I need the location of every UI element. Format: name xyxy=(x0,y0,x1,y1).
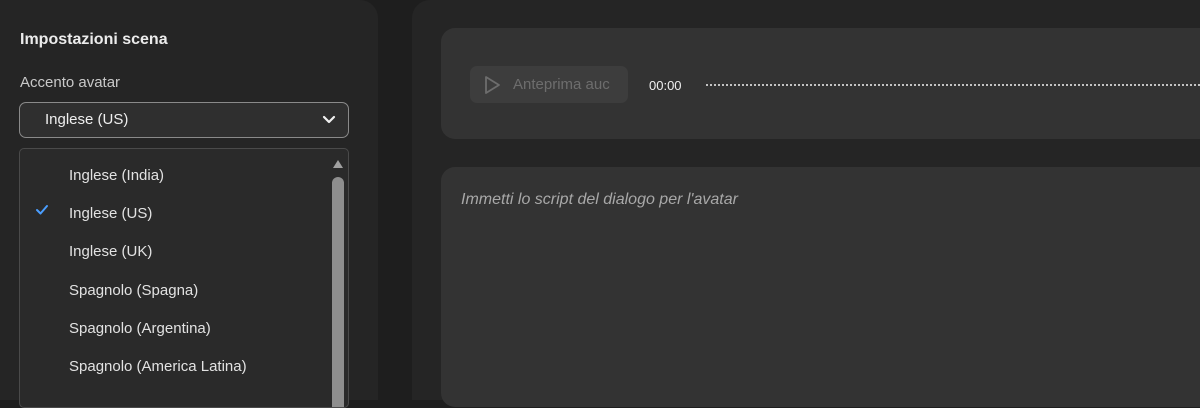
accent-dropdown-list: Inglese (India) Inglese (US) Inglese (UK… xyxy=(19,148,349,408)
main-editor-area: Anteprima auc 00:00 Immetti lo script de… xyxy=(412,0,1200,407)
panel-title: Impostazioni scena xyxy=(20,31,168,48)
accent-select[interactable]: Inglese (US) xyxy=(19,102,349,138)
checkmark-icon xyxy=(36,205,48,215)
scene-settings-panel: Impostazioni scena Accento avatar Ingles… xyxy=(0,0,378,408)
scroll-up-arrow-icon[interactable] xyxy=(332,159,344,169)
dropdown-option-label: Spagnolo (America Latina) xyxy=(69,358,247,375)
audio-preview-button[interactable]: Anteprima auc xyxy=(470,66,628,103)
dropdown-option-spanish-spain[interactable]: Spagnolo (Spagna) xyxy=(20,268,330,306)
script-input[interactable]: Immetti lo script del dialogo per l'avat… xyxy=(441,167,1200,407)
dropdown-option-spanish-latin-america[interactable]: Spagnolo (America Latina) xyxy=(20,344,330,382)
audio-preview-card: Anteprima auc 00:00 xyxy=(441,28,1200,139)
accent-avatar-label: Accento avatar xyxy=(20,74,121,91)
dropdown-option-label: Spagnolo (Spagna) xyxy=(69,282,199,299)
dropdown-scrollbar[interactable] xyxy=(331,155,345,407)
dropdown-option-english-india[interactable]: Inglese (India) xyxy=(20,153,330,191)
audio-timeline[interactable] xyxy=(705,84,1200,86)
dropdown-option-english-uk[interactable]: Inglese (UK) xyxy=(20,229,330,267)
audio-time: 00:00 xyxy=(649,78,682,93)
dropdown-option-label: Inglese (India) xyxy=(69,167,165,184)
accent-select-value: Inglese (US) xyxy=(45,111,129,128)
dropdown-option-label: Inglese (UK) xyxy=(69,243,153,260)
play-icon xyxy=(485,76,500,94)
dropdown-option-label: Spagnolo (Argentina) xyxy=(69,320,211,337)
scrollbar-thumb[interactable] xyxy=(332,177,344,407)
chevron-down-icon xyxy=(322,115,336,124)
audio-preview-label: Anteprima auc xyxy=(513,76,610,93)
dropdown-option-english-us[interactable]: Inglese (US) xyxy=(20,191,330,229)
dropdown-option-spanish-argentina[interactable]: Spagnolo (Argentina) xyxy=(20,306,330,344)
dropdown-option-label: Inglese (US) xyxy=(69,205,153,222)
script-placeholder: Immetti lo script del dialogo per l'avat… xyxy=(461,191,738,208)
